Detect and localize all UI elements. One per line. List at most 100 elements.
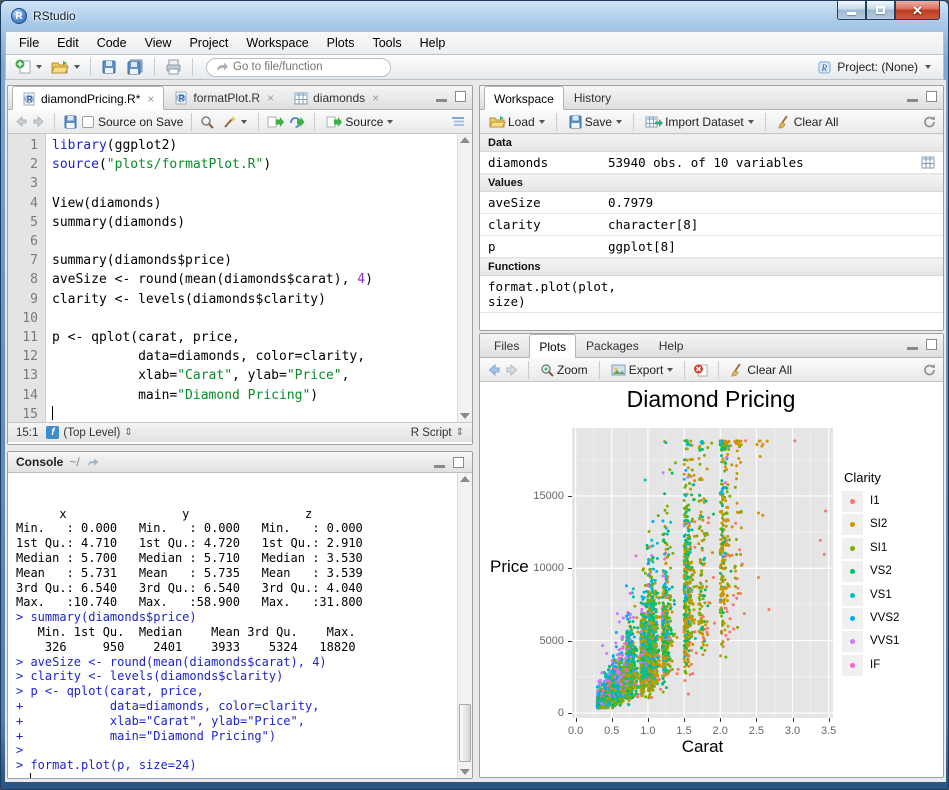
- tab-packages[interactable]: Packages: [576, 334, 649, 357]
- run-line-icon[interactable]: [267, 115, 284, 129]
- back-icon[interactable]: [14, 115, 28, 128]
- tab-plots[interactable]: Plots: [529, 334, 576, 358]
- caret-down-icon: [748, 120, 754, 124]
- new-file-button[interactable]: [12, 57, 45, 77]
- menu-project[interactable]: Project: [180, 34, 237, 52]
- document-outline-icon[interactable]: [450, 115, 466, 129]
- forward-icon[interactable]: [32, 115, 46, 128]
- zoom-plot-button[interactable]: Zoom: [537, 361, 591, 379]
- x-tick-mark: [756, 718, 757, 722]
- minimize-pane-icon[interactable]: [436, 99, 447, 102]
- clear-all-plots-button[interactable]: Clear All: [727, 361, 795, 379]
- find-icon[interactable]: [200, 115, 215, 129]
- refresh-icon[interactable]: [922, 363, 937, 377]
- tab-workspace[interactable]: Workspace: [484, 86, 564, 110]
- rerun-icon[interactable]: [288, 115, 306, 129]
- maximize-button[interactable]: [866, 1, 895, 20]
- tab-help[interactable]: Help: [649, 334, 694, 357]
- plots-pane: FilesPlotsPackagesHelp Zoom Export: [479, 333, 944, 778]
- save-icon[interactable]: [63, 115, 78, 129]
- menu-help[interactable]: Help: [411, 34, 455, 52]
- minimize-button[interactable]: [837, 1, 866, 20]
- menu-tools[interactable]: Tools: [363, 34, 410, 52]
- minimize-pane-icon[interactable]: [907, 347, 918, 350]
- source-on-save-checkbox[interactable]: [82, 116, 94, 128]
- export-plot-button[interactable]: Export: [608, 361, 677, 379]
- scroll-down-icon[interactable]: [460, 413, 470, 419]
- code-text[interactable]: library(ggplot2)source("plots/formatPlot…: [46, 134, 472, 422]
- menu-view[interactable]: View: [136, 34, 181, 52]
- grid-icon[interactable]: [921, 156, 935, 169]
- code-line: p <- qplot(carat, price,: [52, 328, 472, 347]
- tab-formatplot-r[interactable]: RformatPlot.R×: [164, 86, 284, 109]
- maximize-pane-icon[interactable]: [455, 91, 466, 102]
- open-file-button[interactable]: [48, 57, 83, 77]
- object-row-avesize[interactable]: aveSize0.7979: [480, 192, 943, 214]
- menu-code[interactable]: Code: [88, 34, 136, 52]
- previous-plot-icon[interactable]: [486, 363, 501, 377]
- tab-close-icon[interactable]: ×: [372, 91, 379, 105]
- tab-diamonds[interactable]: diamonds×: [284, 86, 389, 109]
- maximize-pane-icon[interactable]: [453, 457, 464, 468]
- scroll-up-icon[interactable]: [460, 137, 470, 143]
- legend-dot-si1: [850, 546, 855, 551]
- tab-close-icon[interactable]: ×: [267, 91, 274, 105]
- menu-plots[interactable]: Plots: [318, 34, 364, 52]
- legend-dot-if: [850, 663, 855, 668]
- import-dataset-button[interactable]: Import Dataset: [642, 113, 757, 131]
- console-scrollbar[interactable]: [457, 473, 472, 778]
- plot-display: Diamond Pricing Price Carat Clarity 0.00…: [480, 382, 943, 776]
- next-plot-icon[interactable]: [505, 363, 520, 377]
- legend-key-si2: [842, 514, 863, 535]
- refresh-icon[interactable]: [922, 115, 937, 129]
- scope-selector[interactable]: f (Top Level) ⇕: [46, 426, 132, 439]
- menu-edit[interactable]: Edit: [48, 34, 88, 52]
- editor-scrollbar[interactable]: [457, 134, 472, 422]
- file-type-selector[interactable]: R Script ⇕: [411, 427, 464, 439]
- object-row-diamonds[interactable]: diamonds53940 obs. of 10 variables: [480, 152, 943, 174]
- remove-plot-icon[interactable]: [693, 363, 710, 377]
- titlebar[interactable]: R RStudio ✕: [1, 1, 948, 31]
- scroll-down-icon[interactable]: [460, 769, 470, 775]
- console-line: Median : 5.700 Median : 5.710 Median : 3…: [16, 551, 454, 566]
- menu-workspace[interactable]: Workspace: [237, 34, 317, 52]
- project-menu-button[interactable]: R Project: (None): [811, 58, 937, 77]
- tab-diamondpricing-r-[interactable]: RdiamondPricing.R*×: [12, 86, 164, 110]
- code-line: View(diamonds): [52, 194, 472, 213]
- code-tools-button[interactable]: [219, 113, 250, 131]
- source-button[interactable]: Source: [323, 113, 396, 131]
- console-line: 3rd Qu.: 6.540 3rd Qu.: 6.540 3rd Qu.: 4…: [16, 581, 454, 596]
- object-row-format-plot-plot-size-[interactable]: format.plot(plot, size): [480, 276, 943, 313]
- legend-key-vvs2: [842, 608, 863, 629]
- maximize-pane-icon[interactable]: [926, 339, 937, 350]
- goto-file-search[interactable]: [206, 58, 391, 77]
- legend-key-vs1: [842, 585, 863, 606]
- scrollbar-thumb[interactable]: [459, 704, 471, 762]
- console-output[interactable]: x y z Min. : 0.000 Min. : 0.000 Min. : 0…: [8, 473, 472, 778]
- project-cube-icon: R: [817, 60, 832, 75]
- tab-close-icon[interactable]: ×: [147, 92, 154, 106]
- tab-files[interactable]: Files: [484, 334, 529, 357]
- clear-all-button[interactable]: Clear All: [774, 113, 842, 131]
- maximize-pane-icon[interactable]: [926, 91, 937, 102]
- scroll-up-icon[interactable]: [460, 476, 470, 482]
- save-workspace-button[interactable]: Save: [565, 113, 625, 131]
- popout-icon[interactable]: [86, 456, 100, 468]
- menu-file[interactable]: File: [10, 34, 48, 52]
- console-pane: Console ~/ x y z Min. : 0.000 Min. : 0.0…: [7, 451, 473, 779]
- code-token: View(diamonds): [52, 196, 162, 211]
- tab-history[interactable]: History: [564, 86, 621, 109]
- object-row-p[interactable]: pggplot[8]: [480, 236, 943, 258]
- code-editor[interactable]: 123456789101112131415 library(ggplot2)so…: [8, 134, 472, 422]
- close-button[interactable]: ✕: [895, 1, 940, 20]
- object-row-clarity[interactable]: claritycharacter[8]: [480, 214, 943, 236]
- print-button[interactable]: [162, 57, 185, 77]
- minimize-pane-icon[interactable]: [434, 465, 445, 468]
- save-button[interactable]: [98, 57, 120, 77]
- console-line: + xlab="Carat", ylab="Price",: [16, 714, 454, 729]
- load-workspace-button[interactable]: Load: [486, 113, 548, 131]
- save-all-button[interactable]: [123, 57, 147, 77]
- save-all-icon: [126, 59, 144, 75]
- minimize-pane-icon[interactable]: [907, 99, 918, 102]
- goto-file-input[interactable]: [233, 61, 373, 73]
